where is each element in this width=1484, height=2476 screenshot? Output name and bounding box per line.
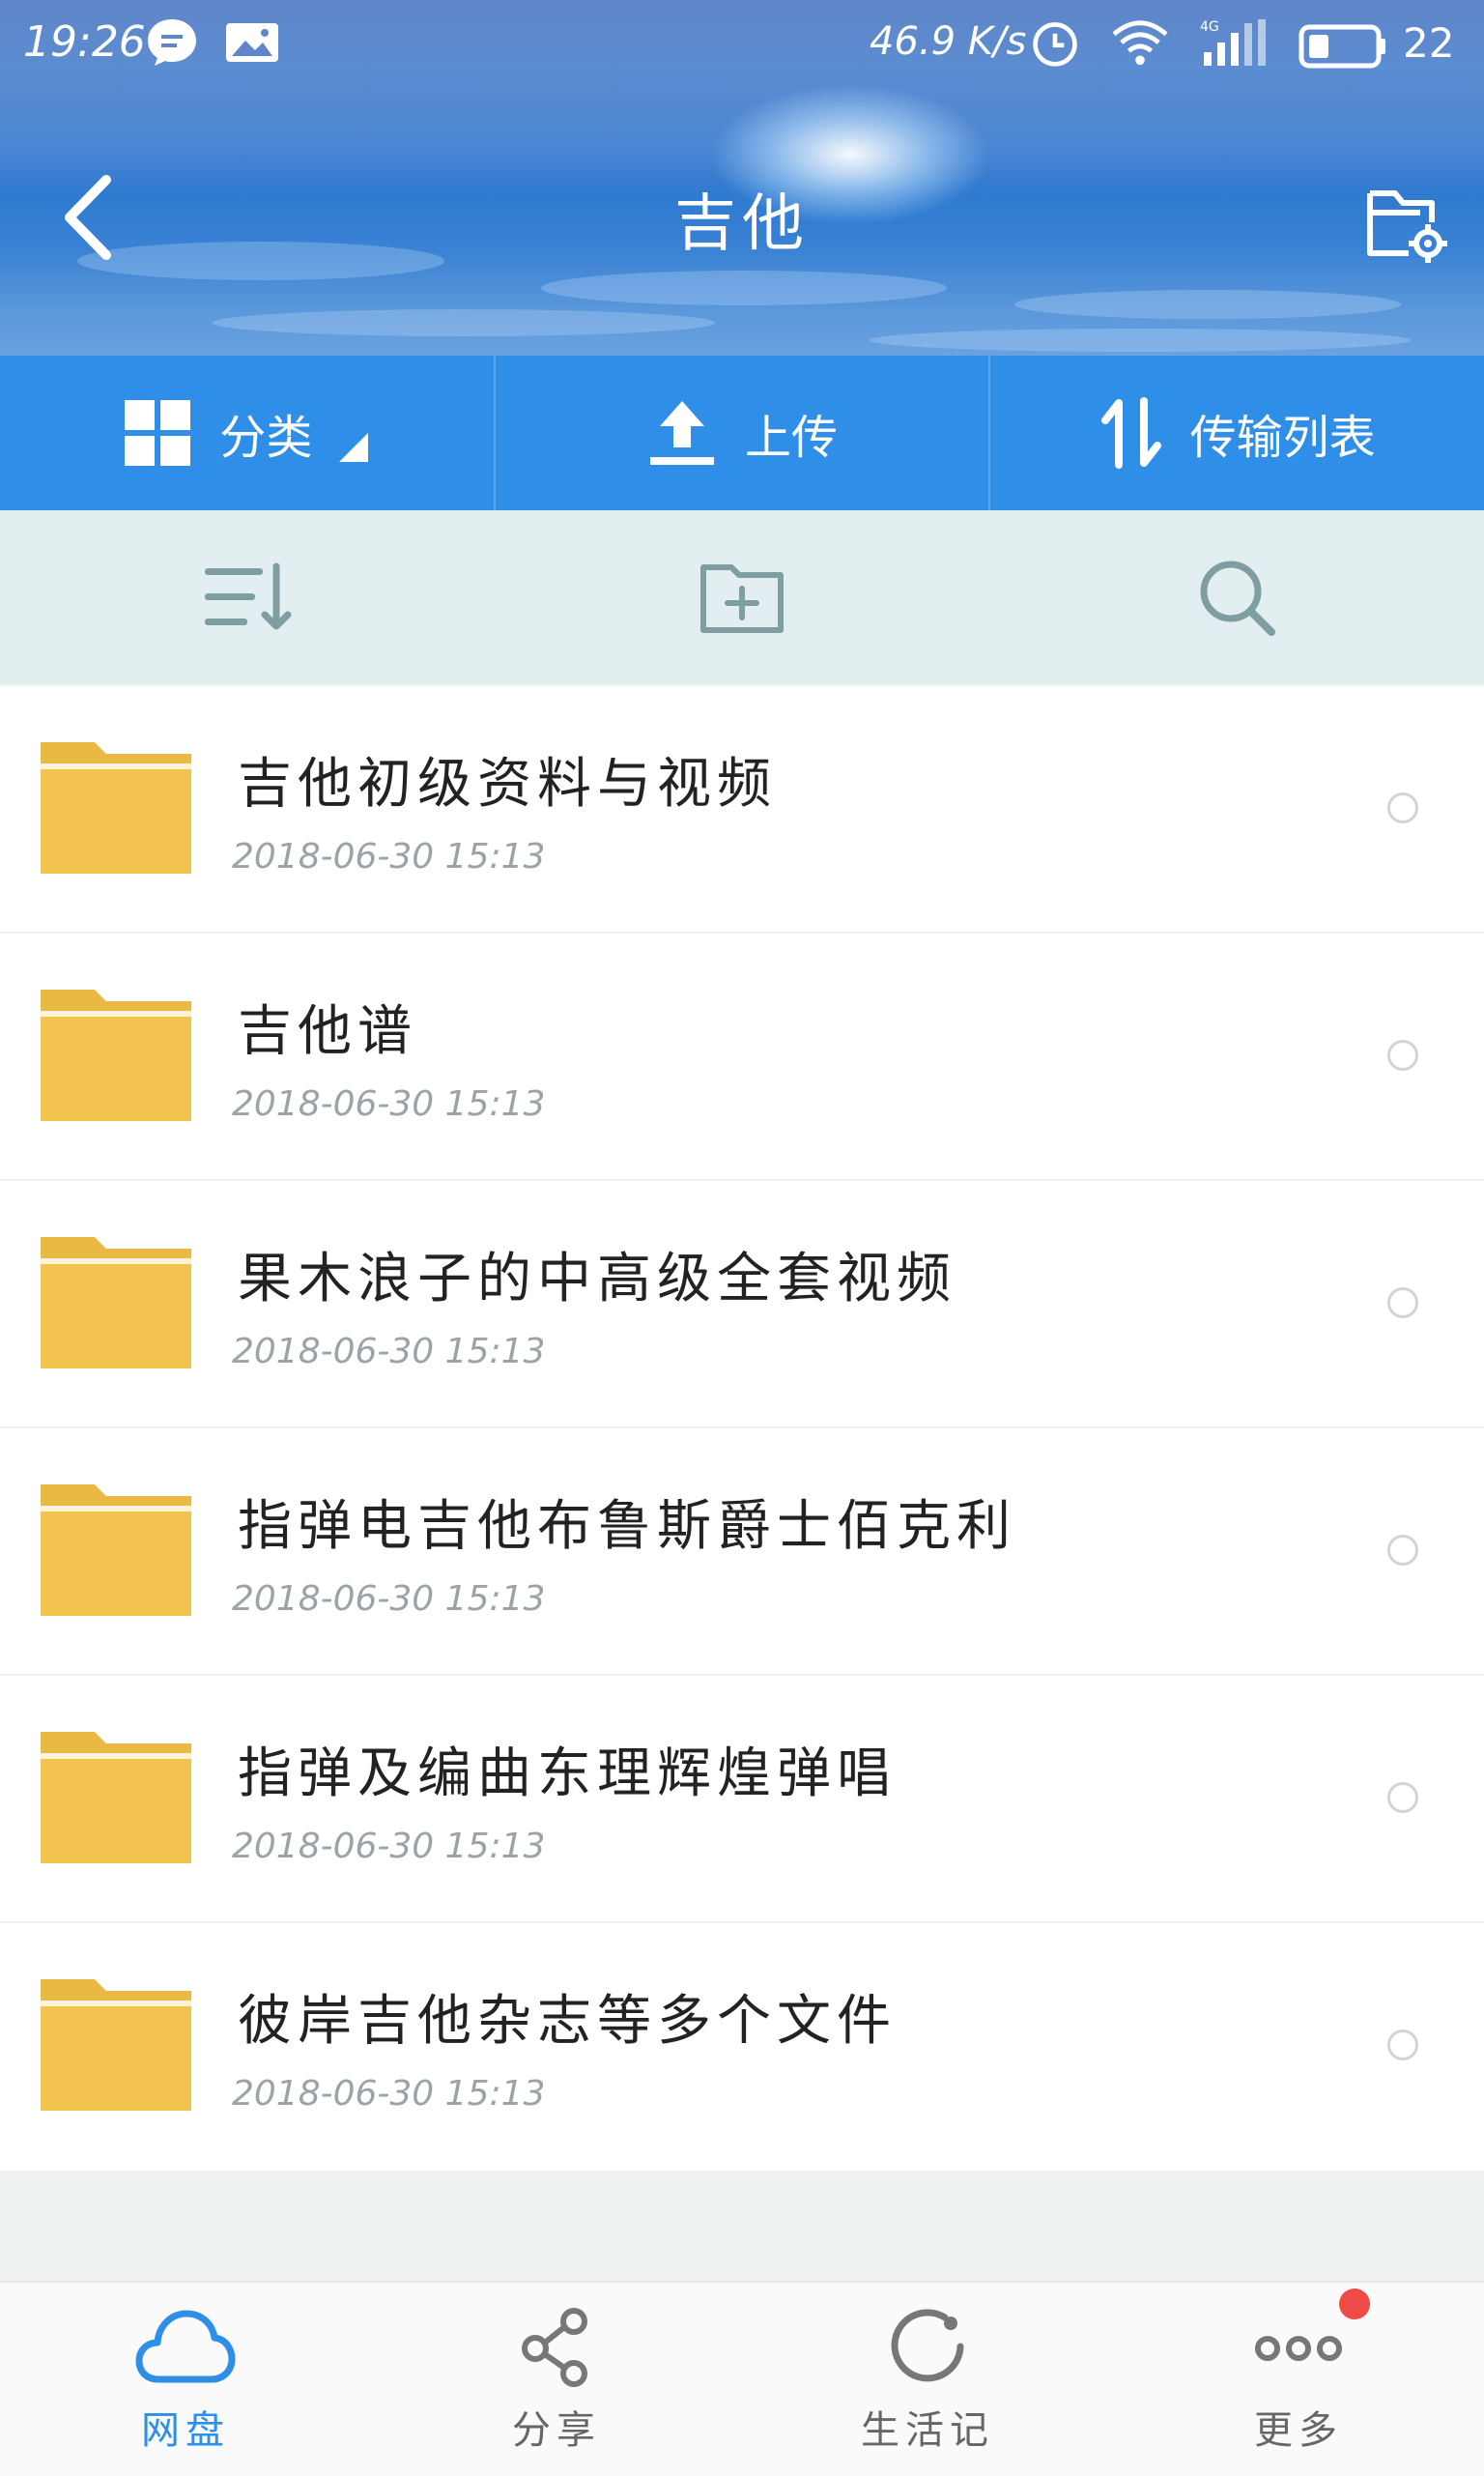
upload-icon	[650, 401, 714, 465]
select-radio[interactable]	[1387, 1782, 1418, 1813]
file-date: 2018-06-30 15:13	[232, 837, 546, 877]
file-date: 2018-06-30 15:13	[232, 1332, 546, 1371]
folder-icon	[41, 1732, 191, 1863]
sort-icon	[205, 562, 292, 630]
select-radio[interactable]	[1387, 2030, 1418, 2060]
transfer-list-label: 传输列表	[1189, 411, 1376, 465]
image-icon	[226, 23, 278, 62]
search-button[interactable]	[989, 510, 1484, 684]
file-row[interactable]: 吉他初级资料与视频 2018-06-30 15:13	[0, 686, 1484, 934]
bottom-nav: 网盘 分享 生活记 更多	[0, 2281, 1484, 2476]
file-name: 吉他初级资料与视频	[238, 753, 777, 816]
file-name: 指弹及编曲东理辉煌弹唱	[238, 1742, 897, 1805]
file-name: 指弹电吉他布鲁斯爵士佰克利	[238, 1495, 1016, 1558]
message-icon	[148, 19, 196, 66]
nav-item-life[interactable]: 生活记	[742, 2283, 1113, 2476]
action-bar: 分类 上传 传输列表	[0, 356, 1484, 510]
wifi-icon	[1112, 20, 1168, 66]
file-name: 彼岸吉他杂志等多个文件	[238, 1990, 897, 2053]
folder-icon	[41, 1484, 191, 1616]
file-list: 吉他初级资料与视频 2018-06-30 15:13 吉他谱 2018-06-3…	[0, 686, 1484, 2171]
transfer-arrows-icon	[1100, 397, 1161, 469]
battery-level: 22	[1403, 19, 1455, 67]
battery-icon	[1298, 24, 1385, 69]
select-radio[interactable]	[1387, 1535, 1418, 1566]
cloud-icon	[135, 2310, 236, 2383]
select-radio[interactable]	[1387, 1287, 1418, 1318]
share-icon	[522, 2308, 587, 2387]
file-row[interactable]: 吉他谱 2018-06-30 15:13	[0, 934, 1484, 1181]
sort-button[interactable]	[0, 510, 495, 684]
file-name: 吉他谱	[238, 1000, 417, 1063]
select-radio[interactable]	[1387, 792, 1418, 823]
file-row[interactable]: 指弹及编曲东理辉煌弹唱 2018-06-30 15:13	[0, 1676, 1484, 1923]
new-folder-button[interactable]	[495, 510, 989, 684]
tool-bar	[0, 510, 1484, 684]
nav-item-share[interactable]: 分享	[371, 2283, 742, 2476]
file-date: 2018-06-30 15:13	[232, 1827, 546, 1866]
upload-label: 上传	[745, 411, 839, 465]
file-row[interactable]: 彼岸吉他杂志等多个文件 2018-06-30 15:13	[0, 1923, 1484, 2171]
search-icon	[1200, 561, 1275, 636]
file-name: 果木浪子的中高级全套视频	[238, 1248, 956, 1310]
page-title: 吉他	[674, 188, 810, 260]
alarm-icon	[1033, 22, 1077, 67]
status-bar: 19:26 46.9 K/s 4G 22	[0, 0, 1484, 89]
status-time: 19:26	[23, 17, 146, 67]
nav-label: 分享	[512, 2408, 601, 2453]
nav-label: 网盘	[141, 2408, 230, 2453]
file-row[interactable]: 指弹电吉他布鲁斯爵士佰克利 2018-06-30 15:13	[0, 1428, 1484, 1676]
refresh-icon	[891, 2309, 964, 2382]
header: 19:26 46.9 K/s 4G 22 吉他	[0, 0, 1484, 356]
transfer-list-button[interactable]: 传输列表	[990, 356, 1484, 510]
file-date: 2018-06-30 15:13	[232, 2074, 546, 2114]
category-button[interactable]: 分类	[0, 356, 496, 510]
network-type: 4G	[1200, 19, 1219, 35]
nav-label: 生活记	[861, 2408, 994, 2453]
more-icon	[1255, 2336, 1342, 2361]
nav-item-netdisk[interactable]: 网盘	[0, 2283, 371, 2476]
file-row[interactable]: 果木浪子的中高级全套视频 2018-06-30 15:13	[0, 1181, 1484, 1428]
folder-icon	[41, 1979, 191, 2111]
network-speed: 46.9 K/s	[870, 19, 1027, 64]
upload-button[interactable]: 上传	[496, 356, 991, 510]
select-radio[interactable]	[1387, 1040, 1418, 1071]
new-folder-icon	[700, 564, 784, 633]
category-label: 分类	[219, 411, 313, 465]
nav-item-more[interactable]: 更多	[1113, 2283, 1484, 2476]
folder-icon	[41, 990, 191, 1121]
nav-label: 更多	[1254, 2408, 1343, 2453]
folder-settings-button[interactable]	[1362, 180, 1449, 267]
notification-badge	[1339, 2289, 1370, 2319]
dropdown-triangle-icon	[339, 433, 369, 462]
folder-icon	[41, 1237, 191, 1368]
file-date: 2018-06-30 15:13	[232, 1579, 546, 1619]
folder-icon	[41, 742, 191, 874]
file-date: 2018-06-30 15:13	[232, 1084, 546, 1124]
grid-icon	[125, 400, 191, 466]
signal-icon: 4G	[1200, 19, 1266, 66]
